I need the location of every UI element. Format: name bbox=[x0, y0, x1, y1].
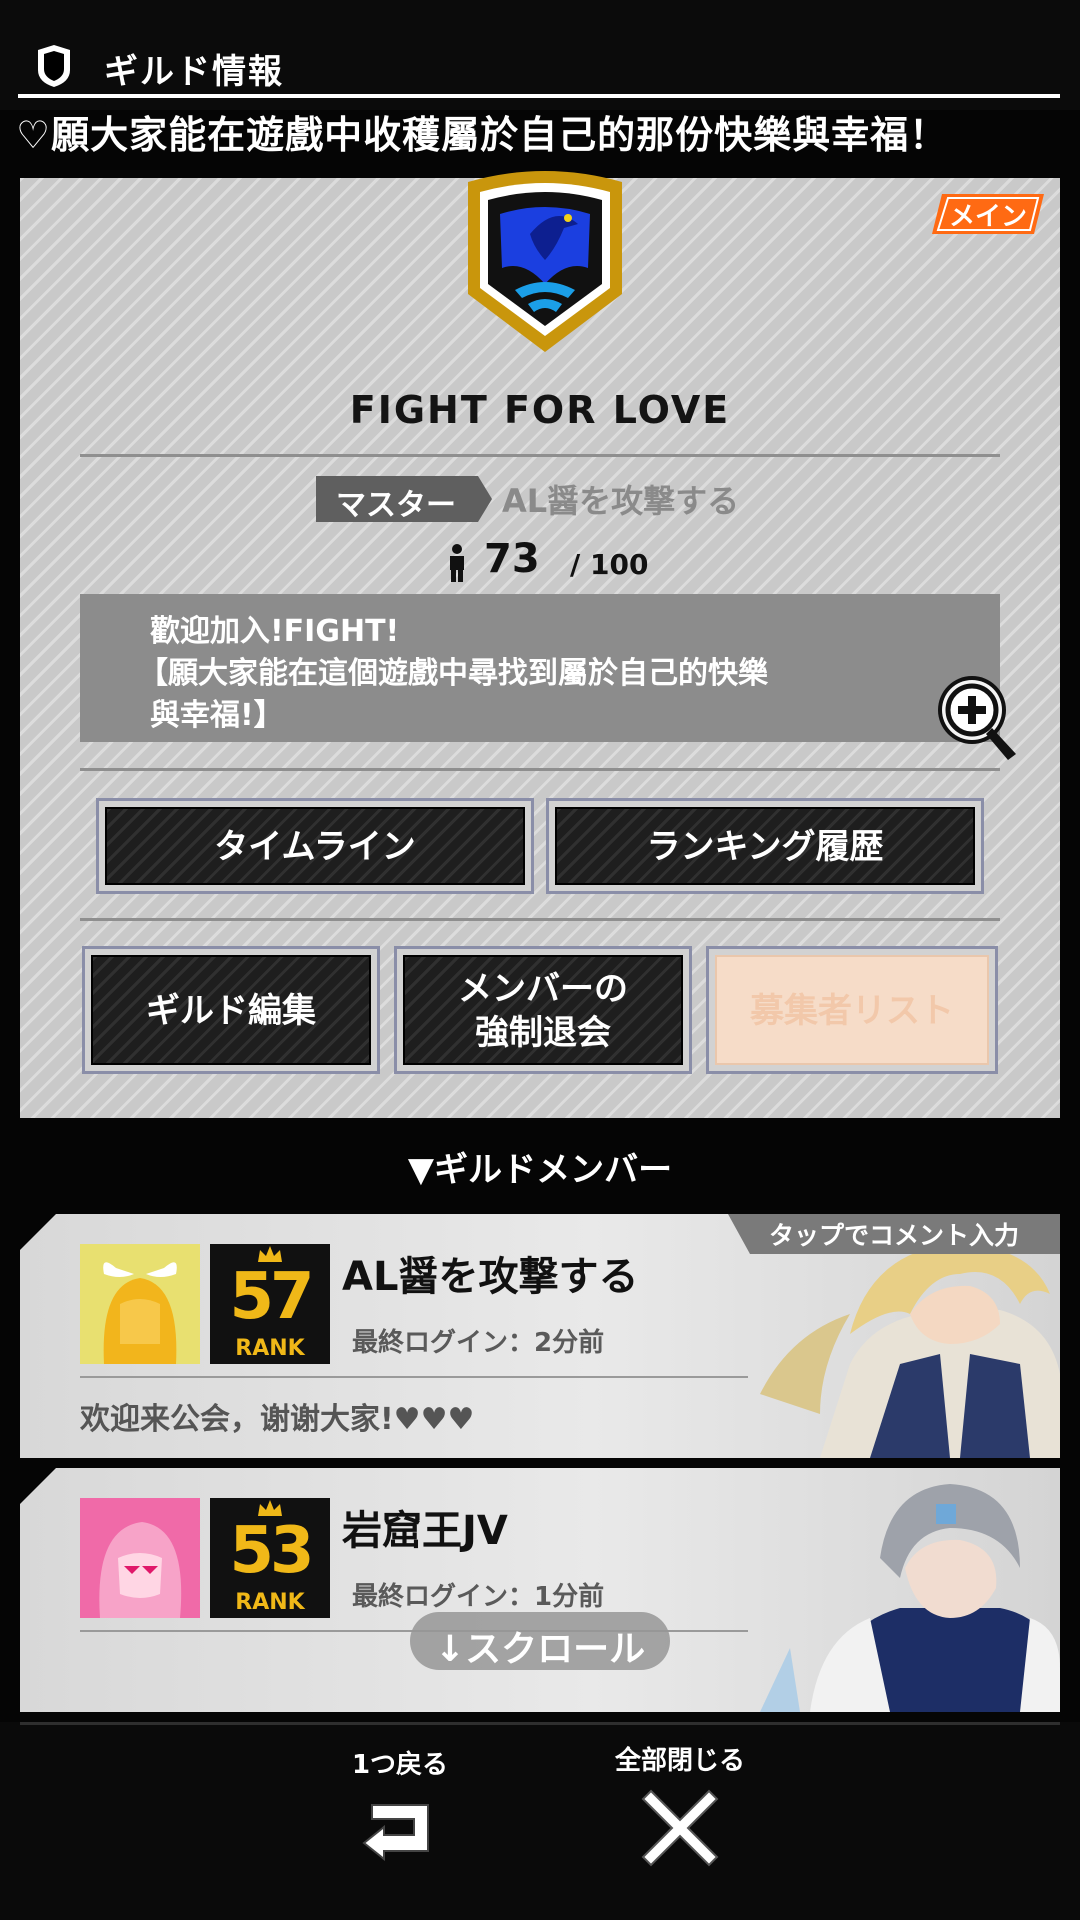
guild-edit-button[interactable]: ギルド編集 bbox=[82, 946, 380, 1074]
last-login: 最終ログイン：2分前 bbox=[352, 1328, 605, 1358]
rank-badge: 53 RANK bbox=[210, 1498, 330, 1618]
member-name: 岩窟王JV bbox=[342, 1508, 508, 1554]
divider bbox=[80, 768, 1000, 771]
divider bbox=[80, 454, 1000, 457]
guild-emblem-icon bbox=[468, 171, 622, 352]
close-icon bbox=[641, 1789, 719, 1867]
guild-name: FIGHT FOR LOVE bbox=[349, 388, 731, 432]
member-card[interactable]: タップでコメント入力 57 RANK AL醤を攻撃する 最終ログイン：2分前 欢… bbox=[20, 1214, 1060, 1458]
guild-slogan-marquee: ♡願大家能在遊戲中收穫屬於自己的那份快樂與幸福！ bbox=[16, 113, 949, 157]
member-avatar[interactable] bbox=[80, 1498, 200, 1618]
header-divider bbox=[18, 94, 1060, 98]
person-icon bbox=[450, 544, 464, 582]
page-title: ギルド情報 bbox=[104, 52, 284, 92]
main-guild-badge: メイン bbox=[932, 194, 1044, 234]
bottom-navigation: 1つ戻る 全部閉じる bbox=[0, 1722, 1080, 1920]
tap-to-comment-hint: タップでコメント入力 bbox=[728, 1214, 1060, 1254]
back-button[interactable]: 1つ戻る bbox=[320, 1744, 480, 1871]
scroll-hint: ↓スクロール bbox=[410, 1612, 670, 1670]
divider bbox=[80, 918, 1000, 921]
back-arrow-icon bbox=[362, 1804, 429, 1862]
shield-icon bbox=[38, 45, 70, 87]
master-name[interactable]: AL醤を攻撃する bbox=[502, 476, 739, 522]
guild-description: 歡迎加入!FIGHT! 【願大家能在這個遊戲中尋找到屬於自己的快樂 與幸福!】 bbox=[80, 594, 1000, 742]
ranking-history-button[interactable]: ランキング履歴 bbox=[546, 798, 984, 894]
guild-members-heading: ▼ギルドメンバー bbox=[407, 1150, 673, 1190]
member-avatar[interactable] bbox=[80, 1244, 200, 1364]
divider bbox=[80, 1376, 748, 1378]
last-login: 最終ログイン：1分前 bbox=[352, 1582, 605, 1612]
applicant-list-button[interactable]: 募集者リスト bbox=[706, 946, 998, 1074]
member-comment: 欢迎来公会，谢谢大家!♥♥♥ bbox=[80, 1402, 475, 1437]
page-header: ギルド情報 bbox=[18, 38, 1060, 98]
member-name: AL醤を攻撃する bbox=[342, 1254, 639, 1300]
member-card[interactable]: 53 RANK 岩窟王JV 最終ログイン：1分前 bbox=[20, 1468, 1060, 1712]
character-portrait bbox=[760, 1484, 1060, 1712]
timeline-button[interactable]: タイムライン bbox=[96, 798, 534, 894]
kick-member-button[interactable]: メンバーの 強制退会 bbox=[394, 946, 692, 1074]
master-tag: マスター bbox=[316, 476, 492, 523]
guild-info-panel: メイン FIGHT FOR LOVE マスター AL醤を攻撃する 73 / 10… bbox=[20, 171, 1060, 1118]
rank-badge: 57 RANK bbox=[210, 1244, 330, 1364]
zoom-in-icon[interactable] bbox=[932, 670, 1028, 766]
close-all-button[interactable]: 全部閉じる bbox=[600, 1740, 760, 1871]
